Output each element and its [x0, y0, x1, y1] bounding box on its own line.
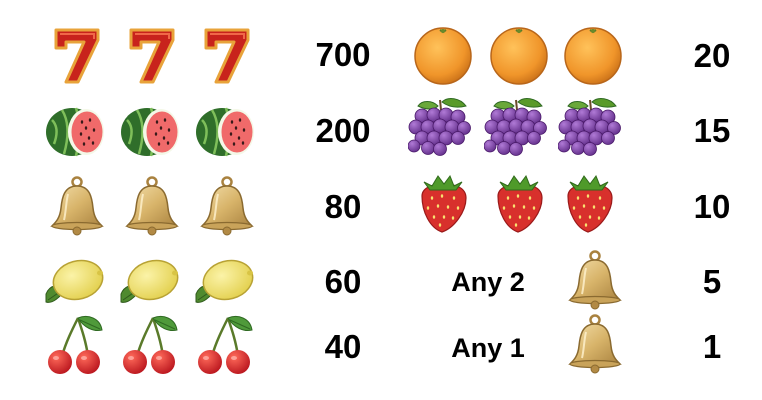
payout-value: 15 [693, 112, 731, 149]
payout-value: 700 [315, 36, 371, 73]
seven-icon [44, 22, 110, 88]
bell-icon [119, 174, 185, 240]
orange-icon [486, 22, 552, 88]
watermelon-icon [42, 98, 108, 164]
lemon-icon [115, 250, 181, 316]
payout-value: 60 [324, 263, 362, 300]
grapes-icon [408, 96, 474, 162]
grapes-icon [484, 96, 550, 162]
seven-icon [119, 22, 185, 88]
payout-value: 40 [324, 328, 362, 365]
seven-icon [194, 22, 260, 88]
strawberry-icon [556, 172, 622, 238]
watermelon-icon [192, 98, 258, 164]
payout-value: 10 [693, 188, 731, 225]
watermelon-icon [117, 98, 183, 164]
payout-value: 20 [693, 37, 731, 74]
cherry-icon [192, 312, 258, 378]
bell-icon [194, 174, 260, 240]
strawberry-icon [410, 172, 476, 238]
paytable: 700 200 80 60 40 20 15 10 Any 2 5 Any 1 … [0, 0, 762, 400]
orange-icon [560, 22, 626, 88]
any-count-label: Any 1 [451, 333, 525, 363]
cherry-icon [42, 312, 108, 378]
payout-value: 200 [315, 112, 371, 149]
payout-value: 5 [702, 263, 722, 300]
cherry-icon [117, 312, 183, 378]
orange-icon [410, 22, 476, 88]
bell-icon [562, 312, 628, 378]
lemon-icon [40, 250, 106, 316]
lemon-icon [190, 250, 256, 316]
bell-icon [562, 248, 628, 314]
payout-value: 1 [702, 328, 722, 365]
payout-value: 80 [324, 188, 362, 225]
any-count-label: Any 2 [451, 267, 525, 297]
bell-icon [44, 174, 110, 240]
strawberry-icon [486, 172, 552, 238]
grapes-icon [558, 96, 624, 162]
